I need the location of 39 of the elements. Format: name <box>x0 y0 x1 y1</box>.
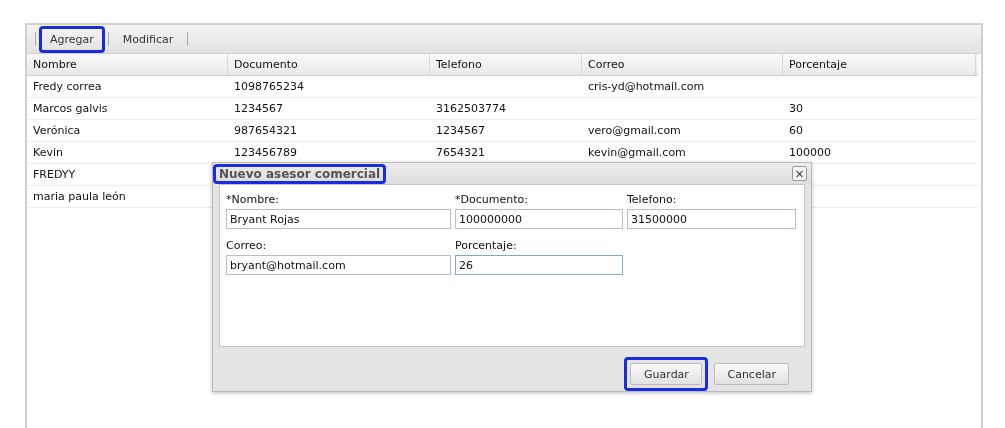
dialog-button[interactable]: Guardar <box>630 363 703 385</box>
column-header[interactable]: Porcentaje <box>783 54 976 75</box>
dialog-button[interactable]: Cancelar <box>714 363 789 385</box>
column-header[interactable]: Documento <box>228 54 430 75</box>
input-field[interactable]: 26 <box>455 255 623 276</box>
table-cell-text: 60 <box>788 123 804 139</box>
field-label: *Nombre: <box>226 193 280 207</box>
toolbar-button[interactable]: Modificar <box>116 29 180 49</box>
close-button[interactable]: × <box>792 166 807 182</box>
table-cell-text: 100000 <box>788 145 832 161</box>
field-label: Telefono: <box>627 193 678 207</box>
field-label: *Documento: <box>455 193 529 207</box>
input-field[interactable]: 31500000 <box>627 209 796 230</box>
table-cell-text: 123456789 <box>233 145 298 161</box>
column-header[interactable]: Nombre <box>27 54 228 75</box>
table-cell-text: Kevin <box>32 145 64 161</box>
table-cell-text: 3162503774 <box>435 101 507 117</box>
toolbar-button[interactable]: Agregar <box>44 29 100 49</box>
table-cell-text: Fredy correa <box>32 79 103 95</box>
table-cell-text: vero@gmail.com <box>587 123 682 139</box>
table-cell-text: 1234567 <box>233 101 284 117</box>
table-cell-text: Verónica <box>32 123 82 139</box>
table-cell-text: kevin@gmail.com <box>587 145 687 161</box>
table-cell-text: 7654321 <box>435 145 486 161</box>
field-label: Correo: <box>226 239 268 253</box>
table-cell-text: 30 <box>788 101 804 117</box>
field-label: Porcentaje: <box>455 239 518 253</box>
input-field[interactable]: Bryant Rojas <box>226 209 451 230</box>
table-cell-text: cris-yd@hotmail.com <box>587 79 706 95</box>
table-cell-text: 987654321 <box>233 123 298 139</box>
column-header[interactable]: Correo <box>582 54 783 75</box>
table-cell-text: maria paula león <box>32 189 127 205</box>
table-cell-text: Marcos galvis <box>32 101 109 117</box>
table-cell-text: 1234567 <box>435 123 486 139</box>
input-field[interactable]: bryant@hotmail.com <box>226 255 451 276</box>
column-header[interactable]: Telefono <box>430 54 582 75</box>
dialog-title: Nuevo asesor comercial <box>219 166 381 181</box>
input-field[interactable]: 100000000 <box>455 209 623 230</box>
table-cell-text: 1098765234 <box>233 79 305 95</box>
